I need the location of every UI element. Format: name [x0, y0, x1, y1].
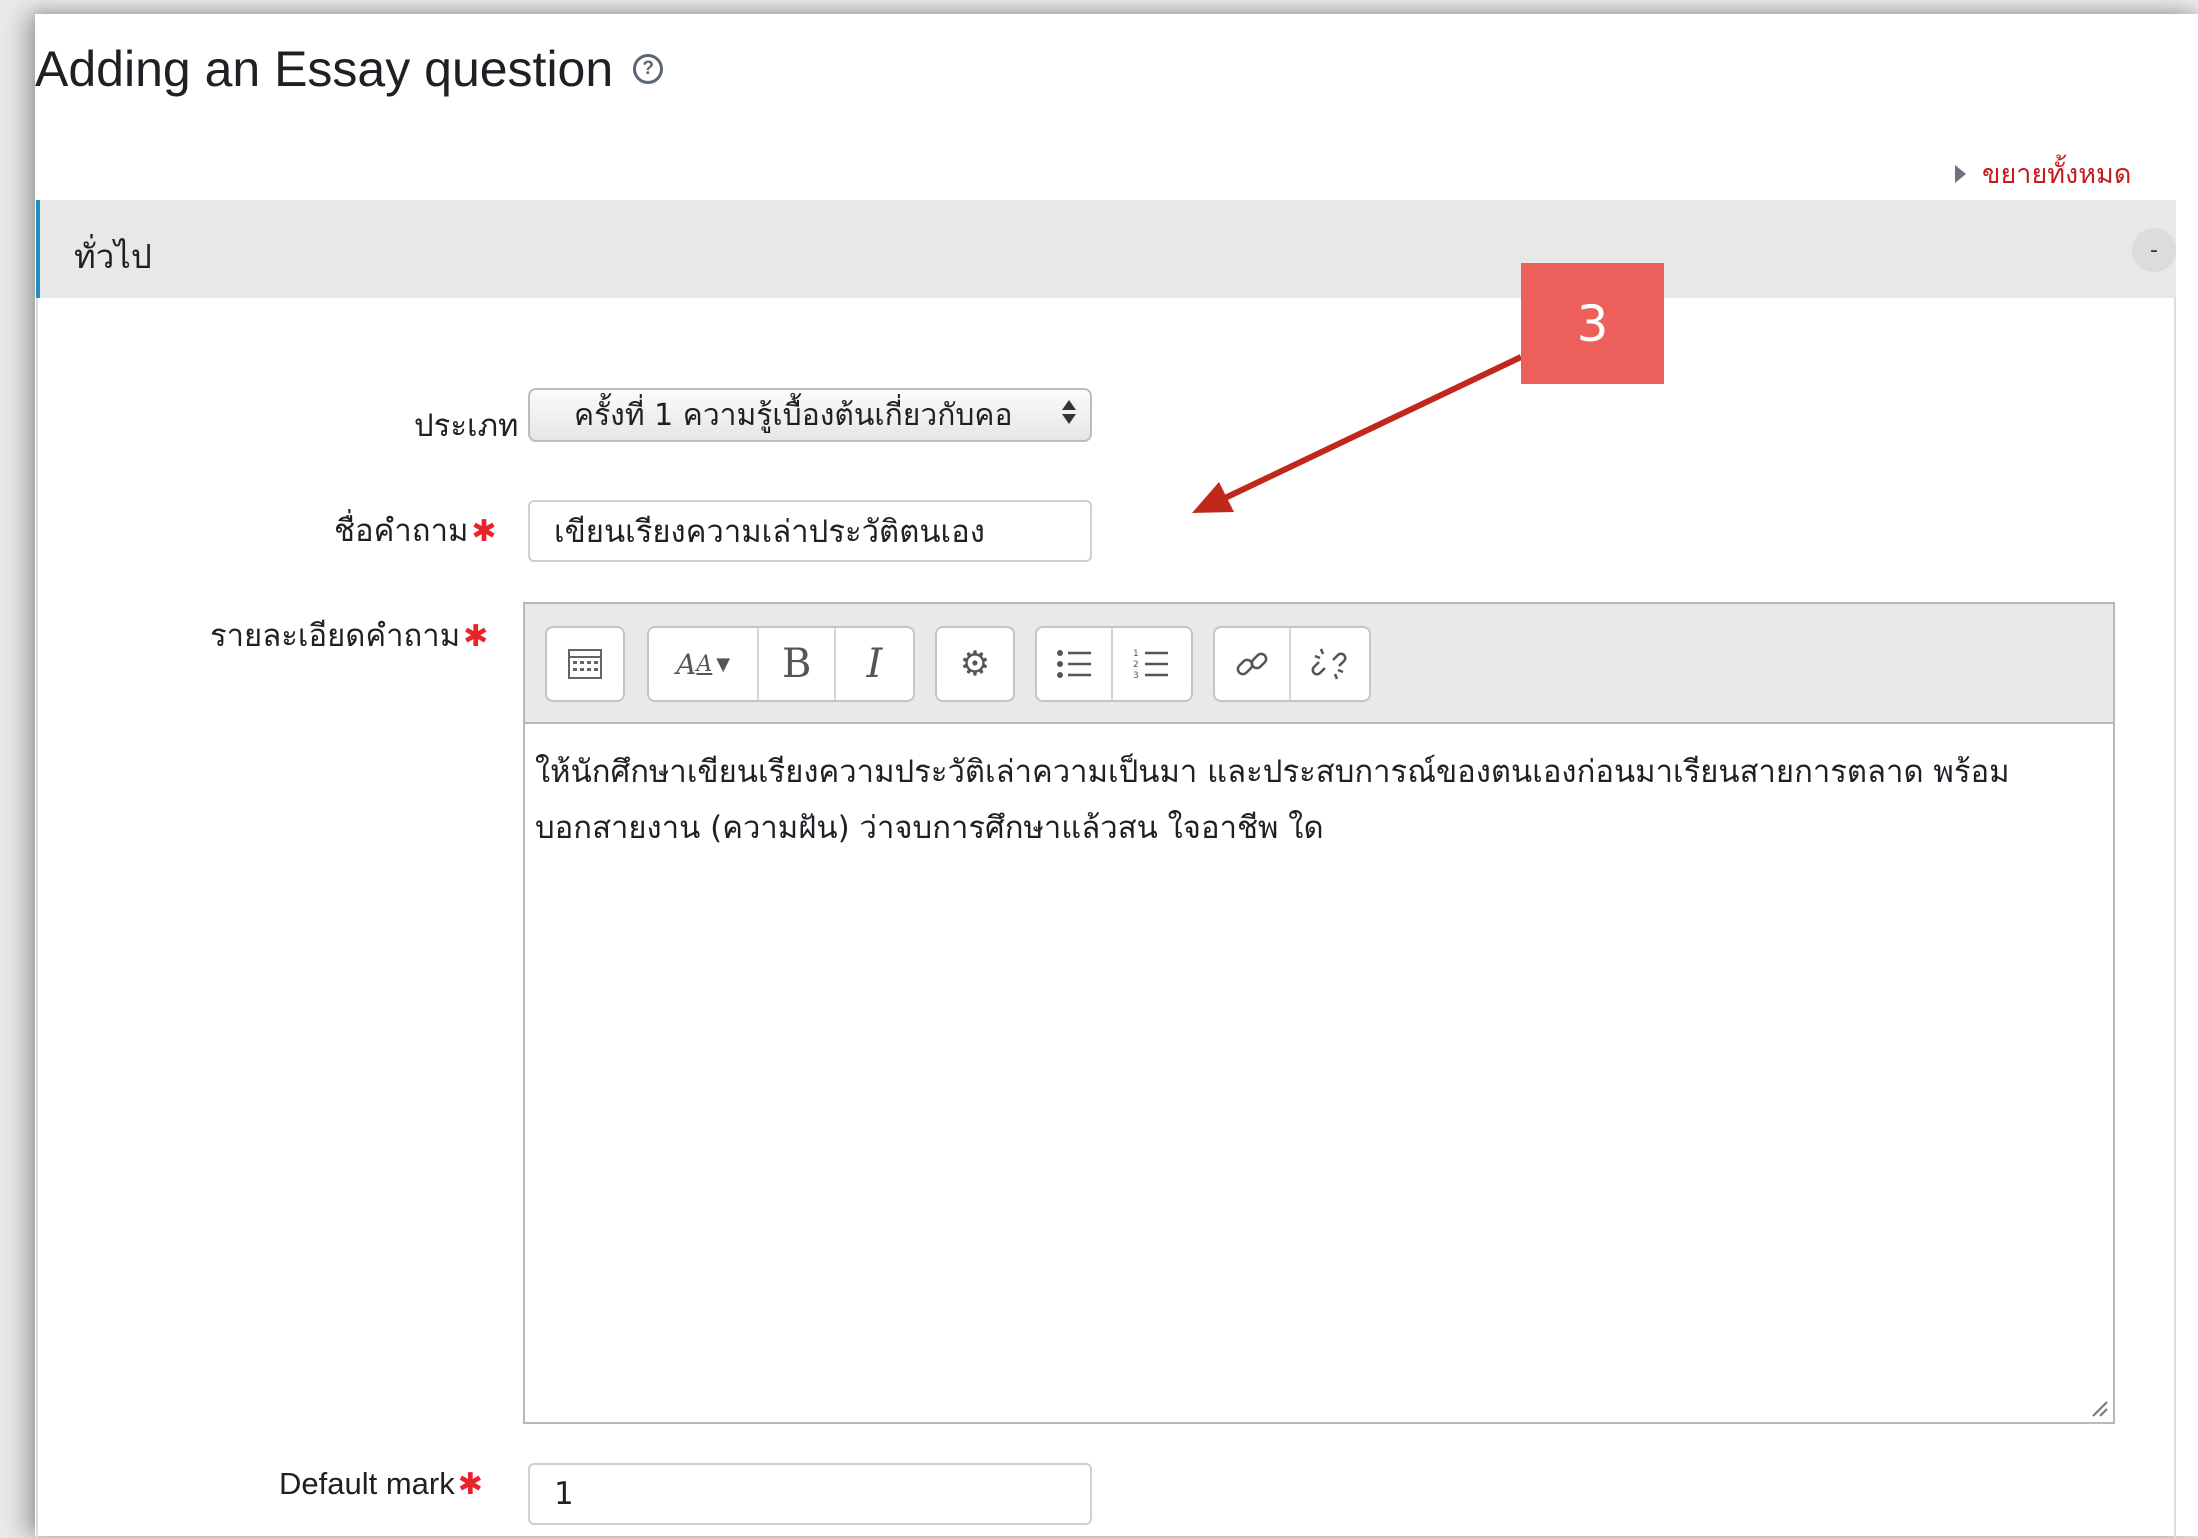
toolbar-group-lists: 123 — [1035, 626, 1193, 702]
page-title-text: Adding an Essay question — [35, 41, 614, 97]
editor-line: บอกสายงาน (ความฝัน) ว่าจบการศึกษาแล้วสน … — [535, 810, 1324, 846]
resize-grip-icon[interactable] — [2089, 1398, 2109, 1418]
category-select-value: ครั้งที่ 1 ความรู้เบื้องต้นเกี่ยวกับคอ — [574, 397, 1013, 433]
svg-text:3: 3 — [1133, 671, 1139, 680]
question-circle-icon[interactable]: ? — [633, 54, 664, 84]
bold-icon[interactable]: B — [759, 628, 837, 700]
question-name-label-text: ชื่อคำถาม — [334, 513, 469, 549]
question-text-label: รายละเอียดคำถาม ✱ — [210, 610, 488, 660]
settings-icon[interactable]: ⚙ — [937, 628, 1013, 700]
default-mark-value: 1 — [554, 1476, 574, 1512]
question-name-value: เขียนเรียงความเล่าประวัติตนเอง — [554, 514, 985, 550]
expand-all-label: ขยายทั้งหมด — [1982, 159, 2132, 190]
toolbar-group-settings: ⚙ — [935, 626, 1015, 702]
bold-label: B — [782, 641, 812, 687]
default-mark-label: Default mark ✱ — [279, 1466, 483, 1502]
toolbar-toggle-icon[interactable] — [547, 628, 623, 700]
required-icon: ✱ — [463, 619, 489, 654]
annotation-number: 3 — [1576, 294, 1609, 353]
default-mark-input[interactable]: 1 — [528, 1463, 1092, 1525]
editor-content[interactable]: ให้นักศึกษาเขียนเรียงความประวัติเล่าความ… — [535, 744, 2093, 856]
category-label: ประเภท — [414, 400, 518, 450]
default-mark-label-text: Default mark — [279, 1466, 455, 1501]
question-text-label-text: รายละเอียดคำถาม — [210, 618, 461, 654]
question-name-input[interactable]: เขียนเรียงความเล่าประวัติตนเอง — [528, 500, 1092, 562]
select-arrows-icon — [1062, 400, 1076, 424]
editor-toolbar: A A ▼ B I ⚙ 123 — [525, 604, 2113, 724]
category-label-text: ประเภท — [414, 408, 519, 444]
question-text-editor[interactable]: A A ▼ B I ⚙ 123 ให้นักศึกษาเขียนเรียงควา… — [523, 602, 2115, 1424]
font-size-icon[interactable]: A A ▼ — [649, 628, 760, 700]
toolbar-group-toggle — [545, 626, 625, 702]
italic-label: I — [866, 641, 883, 687]
link-icon[interactable] — [1215, 628, 1291, 700]
collapse-section-button[interactable]: - — [2132, 228, 2176, 272]
svg-text:2: 2 — [1133, 660, 1139, 670]
editor-line: ให้นักศึกษาเขียนเรียงความประวัติเล่าความ… — [535, 754, 2010, 790]
category-select[interactable]: ครั้งที่ 1 ความรู้เบื้องต้นเกี่ยวกับคอ — [528, 388, 1092, 442]
bullet-list-icon[interactable] — [1037, 628, 1113, 700]
general-section-header[interactable]: ทั่วไป - — [36, 200, 2176, 298]
section-title: ทั่วไป — [74, 237, 152, 276]
page-title: Adding an Essay question ? — [35, 40, 664, 98]
question-name-label: ชื่อคำถาม ✱ — [334, 505, 497, 555]
required-icon: ✱ — [457, 1468, 483, 1501]
annotation-callout: 3 — [1521, 263, 1664, 384]
expand-all-link[interactable]: ขยายทั้งหมด — [1955, 152, 2131, 195]
toolbar-group-links — [1213, 626, 1371, 702]
svg-text:1: 1 — [1133, 649, 1139, 659]
italic-icon[interactable]: I — [836, 628, 913, 700]
required-icon: ✱ — [471, 514, 497, 549]
numbered-list-icon[interactable]: 123 — [1113, 628, 1189, 700]
unlink-icon[interactable] — [1291, 628, 1367, 700]
caret-right-icon — [1955, 164, 1966, 183]
toolbar-group-format: A A ▼ B I — [647, 626, 915, 702]
